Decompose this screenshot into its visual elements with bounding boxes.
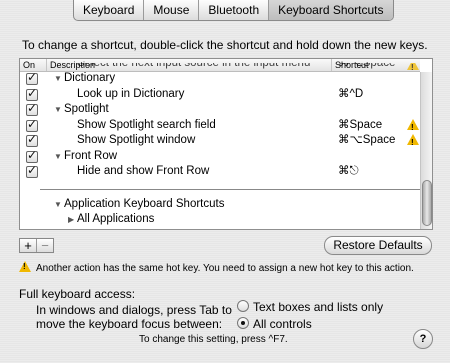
radio-label[interactable]: Text boxes and lists only (253, 300, 383, 314)
disclosure-triangle-open-icon[interactable]: ▼ (54, 71, 62, 86)
row-label: Hide and show Front Row (77, 165, 210, 177)
warning-icon (407, 118, 419, 135)
row-shortcut[interactable]: ⌘⎋ (338, 164, 359, 179)
description-line: In windows and dialogs, press Tab to (36, 303, 232, 317)
description-line: move the keyboard focus between: (36, 317, 223, 331)
disclosure-triangle-open-icon[interactable]: ▼ (54, 197, 62, 212)
tab-keyboard[interactable]: Keyboard (74, 0, 145, 20)
help-button[interactable]: ? (413, 329, 433, 349)
row-shortcut[interactable]: ⌘Space (338, 118, 382, 133)
scrollbar-thumb[interactable] (422, 180, 432, 226)
keyboard-access-note: To change this setting, press ^F7. (139, 334, 288, 345)
tab-bar: Keyboard Mouse Bluetooth Keyboard Shortc… (73, 0, 394, 21)
add-button[interactable]: + (20, 239, 37, 252)
enabled-checkbox[interactable] (26, 132, 38, 147)
all-applications-label: All Applications (77, 213, 155, 225)
table-row[interactable]: Select the next input source in the inpu… (20, 63, 420, 71)
full-keyboard-access-title: Full keyboard access: (19, 287, 136, 301)
row-label: Look up in Dictionary (77, 87, 185, 100)
table-row[interactable]: ▼ Front Row (20, 148, 420, 165)
app-shortcuts-section-label: Application Keyboard Shortcuts (64, 198, 225, 210)
table-row[interactable]: Hide and show Front Row ⌘⎋ (20, 163, 420, 180)
hotkey-conflict-warning: Another action has the same hot key. You… (19, 261, 414, 274)
table-row[interactable]: ▼ Application Keyboard Shortcuts (20, 197, 420, 213)
shortcuts-table: On Description Shortcut Select the next … (19, 58, 433, 230)
disclosure-triangle-open-icon[interactable]: ▼ (54, 149, 62, 164)
radio-all-controls[interactable]: All controls (237, 317, 312, 331)
restore-defaults-button[interactable]: Restore Defaults (324, 236, 432, 255)
row-label: Select the next input source in the inpu… (77, 63, 311, 69)
table-row[interactable]: Show Spotlight window ⌘⌥Space (20, 132, 420, 150)
warning-text: Another action has the same hot key. You… (36, 263, 414, 274)
radio-label[interactable]: All controls (253, 317, 312, 331)
warning-icon (19, 261, 31, 272)
row-shortcut[interactable]: ⌘⌥Space (338, 133, 395, 148)
radio-button[interactable] (237, 300, 249, 312)
row-group-label: Spotlight (64, 103, 109, 115)
enabled-checkbox[interactable] (26, 148, 38, 163)
table-row[interactable]: ▼ Spotlight (20, 101, 420, 118)
row-shortcut[interactable]: ⌘⌥Space (338, 63, 395, 71)
radio-text-boxes-lists[interactable]: Text boxes and lists only (237, 300, 383, 314)
enabled-checkbox[interactable] (26, 70, 38, 85)
row-label: Show Spotlight search field (77, 118, 216, 131)
add-remove-buttons: + − (19, 238, 54, 253)
table-row[interactable]: Look up in Dictionary ⌘^D (20, 86, 420, 103)
vertical-scrollbar[interactable] (420, 72, 432, 229)
warning-icon (407, 63, 419, 71)
radio-button-selected[interactable] (237, 317, 249, 329)
tab-bluetooth[interactable]: Bluetooth (199, 0, 270, 20)
row-shortcut[interactable]: ⌘^D (338, 87, 363, 102)
enabled-checkbox[interactable] (26, 163, 38, 178)
warning-icon (407, 134, 419, 150)
remove-button[interactable]: − (37, 239, 53, 252)
table-row[interactable]: ▼ Dictionary (20, 70, 420, 87)
row-group-label: Front Row (64, 149, 118, 162)
tab-keyboard-shortcuts[interactable]: Keyboard Shortcuts (269, 0, 393, 20)
row-group-label: Dictionary (64, 72, 116, 84)
enabled-checkbox[interactable] (26, 101, 38, 116)
table-row[interactable]: ▶ All Applications (20, 212, 420, 228)
enabled-checkbox[interactable] (26, 86, 38, 101)
table-rows: Select the next input source in the inpu… (20, 63, 420, 180)
full-keyboard-access-description: In windows and dialogs, press Tab to mov… (36, 303, 232, 331)
section-divider (40, 189, 428, 190)
tab-mouse[interactable]: Mouse (144, 0, 200, 20)
disclosure-triangle-open-icon[interactable]: ▼ (54, 102, 62, 117)
row-label: Show Spotlight window (77, 134, 196, 146)
disclosure-triangle-closed-icon[interactable]: ▶ (68, 212, 74, 227)
table-row[interactable]: Show Spotlight search field ⌘Space (20, 117, 420, 135)
enabled-checkbox[interactable] (26, 117, 38, 132)
instruction-text: To change a shortcut, double-click the s… (22, 38, 428, 52)
